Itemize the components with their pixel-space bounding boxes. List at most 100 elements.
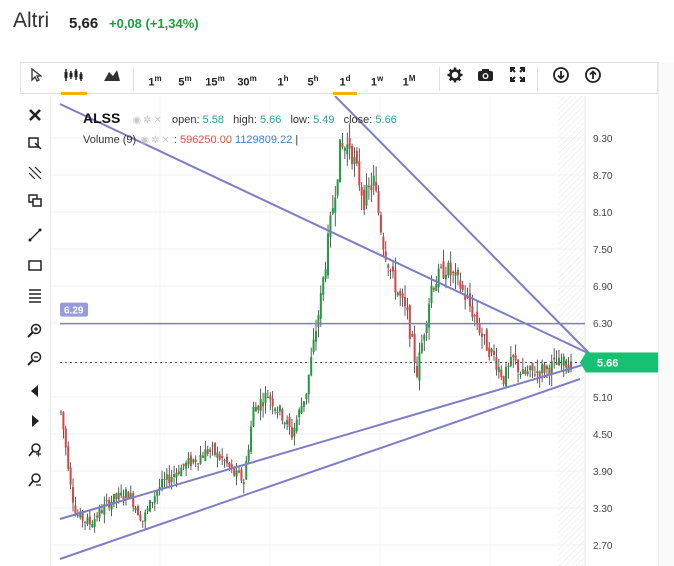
candle-body xyxy=(372,175,375,186)
candle-body xyxy=(454,271,457,276)
gear-icon[interactable]: ✲ xyxy=(151,135,159,146)
cursor-icon xyxy=(31,67,43,82)
close-icon[interactable]: ✕ xyxy=(154,115,162,126)
interval-button-15m[interactable]: 15m xyxy=(201,67,229,91)
remove-drawings-tool-button[interactable] xyxy=(24,470,46,492)
candle-body xyxy=(360,186,363,196)
interval-button-30m[interactable]: 30m xyxy=(233,67,261,91)
candle-body xyxy=(557,357,560,366)
candle-body xyxy=(500,369,503,378)
interval-button-5m[interactable]: 5m xyxy=(171,67,199,91)
candle-body xyxy=(507,365,510,367)
candle-body xyxy=(269,395,272,400)
candle-body xyxy=(461,284,464,290)
candle-body xyxy=(124,489,127,498)
volume-legend: Volume (9) ◉ ✲ ✕ : 596250.00 1129809.22 | xyxy=(83,134,299,146)
line-tools-tool-button[interactable] xyxy=(24,162,46,184)
eye-icon[interactable]: ◉ xyxy=(140,135,149,146)
crosshair-cursor: | xyxy=(295,134,299,146)
candle-body xyxy=(483,334,486,336)
candle-body xyxy=(519,373,522,375)
candle-body xyxy=(139,514,142,521)
candle-body xyxy=(228,462,231,468)
scroll-left-icon xyxy=(31,385,38,397)
candle-body xyxy=(283,422,286,425)
eye-icon[interactable]: ◉ xyxy=(132,115,141,126)
candle-body xyxy=(442,261,445,279)
candles-type-button[interactable] xyxy=(59,67,89,95)
high-label: high: xyxy=(233,114,257,126)
candle-body xyxy=(473,315,476,317)
scroll-right-tool-button[interactable] xyxy=(24,410,46,432)
last-price-tag-label: 5.66 xyxy=(597,357,618,369)
group-tool-button[interactable] xyxy=(24,190,46,212)
candle-body xyxy=(242,482,245,485)
candle-body xyxy=(146,508,149,511)
candle-body xyxy=(274,408,277,411)
candle-body xyxy=(278,405,281,412)
candle-body xyxy=(418,352,421,381)
measure-tool-button[interactable] xyxy=(24,132,46,154)
candle-body xyxy=(302,401,305,407)
trendline-tool-button[interactable] xyxy=(24,224,46,246)
candle-body xyxy=(100,510,103,514)
trendline xyxy=(59,363,587,520)
candle-body xyxy=(144,512,147,522)
candle-body xyxy=(493,351,496,355)
interval-button-1w[interactable]: 1w xyxy=(363,67,391,91)
candle-body xyxy=(324,269,327,279)
fibonacci-tool-button[interactable] xyxy=(24,284,46,306)
low-label: low: xyxy=(290,114,311,126)
candle-body xyxy=(404,297,407,307)
candle-body xyxy=(363,189,366,210)
interval-button-5h[interactable]: 5h xyxy=(299,67,327,91)
chart-canvas[interactable]: 9.30 8.70 8.10 7.50 6.90 6.30 5.10 4.50 3.90 3.30… xyxy=(50,96,658,566)
candle-body xyxy=(430,285,433,304)
candle-body xyxy=(456,269,459,276)
gear-icon[interactable]: ✲ xyxy=(143,115,151,126)
magnet-tool-button[interactable] xyxy=(24,440,46,462)
scroll-left-tool-button[interactable] xyxy=(24,380,46,402)
drawing-toolbar xyxy=(20,96,51,566)
settings-button[interactable] xyxy=(445,67,465,91)
close-tool-button[interactable] xyxy=(24,104,46,126)
candle-body xyxy=(62,412,65,430)
candle-body xyxy=(293,427,296,437)
fullscreen-button[interactable] xyxy=(507,67,527,91)
zoom-out-icon xyxy=(27,351,42,366)
cursor-tool-button[interactable] xyxy=(27,67,45,91)
zoom-out-tool-button[interactable] xyxy=(24,348,46,370)
interval-button-1h[interactable]: 1h xyxy=(269,67,297,91)
candle-body xyxy=(286,420,289,425)
measure-icon xyxy=(28,137,42,150)
upload-button[interactable] xyxy=(583,67,603,91)
fibonacci-icon xyxy=(29,289,41,303)
candle-body xyxy=(346,144,349,155)
candle-body xyxy=(319,293,322,319)
volume-value-1: 596250.00 xyxy=(179,134,232,146)
download-button[interactable] xyxy=(551,67,571,91)
price-change: +0,08 (+1,34%) xyxy=(109,16,199,31)
candle-body xyxy=(67,446,70,469)
interval-button-1M[interactable]: 1M xyxy=(395,67,423,91)
candle-body xyxy=(411,334,414,337)
candle-body xyxy=(187,457,190,465)
interval-button-1d[interactable]: 1d xyxy=(331,67,359,95)
close-icon[interactable]: ✕ xyxy=(161,135,169,146)
candle-body xyxy=(105,500,108,502)
candle-body xyxy=(521,369,524,374)
candle-body xyxy=(420,342,423,353)
rectangle-tool-button[interactable] xyxy=(24,254,46,276)
y-tick-label: 8.10 xyxy=(593,208,613,219)
candle-body xyxy=(86,517,89,524)
candle-body xyxy=(153,496,156,503)
level-tag-label: 6.29 xyxy=(64,306,84,317)
price-chart[interactable]: 9.30 8.70 8.10 7.50 6.90 6.30 5.10 4.50 3.90 3.30… xyxy=(50,96,658,566)
area-type-button[interactable] xyxy=(101,67,123,91)
candle-body xyxy=(471,305,474,318)
screenshot-button[interactable] xyxy=(475,67,495,91)
interval-button-1m[interactable]: 1m xyxy=(141,67,169,91)
candle-body xyxy=(238,470,241,473)
candle-body xyxy=(259,399,262,411)
zoom-in-tool-button[interactable] xyxy=(24,320,46,342)
